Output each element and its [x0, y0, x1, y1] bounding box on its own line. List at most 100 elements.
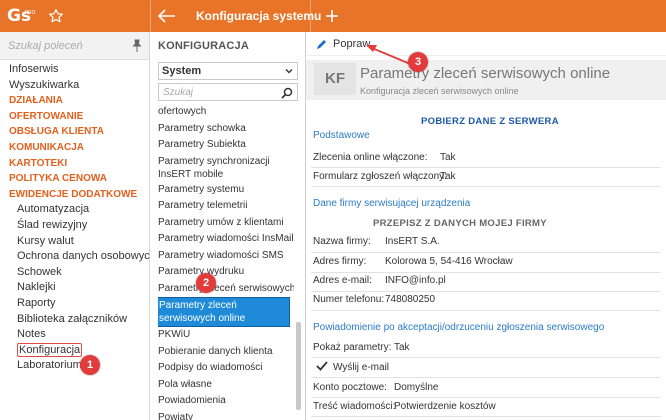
row-divider	[311, 272, 661, 273]
sidebar-item[interactable]: Biblioteka załączników	[0, 312, 149, 328]
sidebar-item-label: EWIDENCJE DODATKOWE	[9, 188, 138, 200]
config-list: ofertowych Parametry schowka Parametry Sub…	[158, 104, 294, 420]
row-divider	[311, 291, 661, 292]
sidebar-item[interactable]: Schowek	[0, 265, 149, 281]
row-divider	[311, 167, 661, 168]
config-list-item[interactable]: Pobieranie danych klienta	[158, 344, 294, 361]
config-list-item[interactable]: Parametry umów z klientami	[158, 215, 294, 232]
config-list-item[interactable]: Powiaty	[158, 410, 294, 420]
sidebar-item-label: Laboratorium	[17, 359, 82, 372]
config-list-item[interactable]: Parametry zleceń serwisowych	[158, 281, 294, 298]
copy-company-data-button[interactable]: PRZEPISZ Z DANYCH MOJEJ FIRMY	[373, 218, 547, 229]
sidebar-item[interactable]: Raporty	[0, 296, 149, 312]
sidebar-item[interactable]: EWIDENCJE DODATKOWE	[0, 187, 149, 203]
sidebar-item[interactable]: KARTOTEKI	[0, 156, 149, 172]
value-company-address: Kolorowa 5, 54-416 Wrocław	[385, 256, 513, 267]
row-divider	[311, 310, 661, 311]
config-group-select[interactable]: System	[158, 62, 298, 80]
sidebar-item[interactable]: DZIAŁANIA	[0, 93, 149, 109]
sidebar-item[interactable]: Kursy walut	[0, 234, 149, 250]
sidebar-item[interactable]: Ślad rewizyjny	[0, 218, 149, 234]
edit-button-label: Popraw	[333, 38, 371, 50]
callout-1: 1	[80, 355, 100, 375]
label-company-name: Nazwa firmy:	[313, 236, 371, 247]
sidebar-item[interactable]: OBSŁUGA KLIENTA	[0, 124, 149, 140]
config-list-item[interactable]: Parametry wydruku	[158, 264, 294, 281]
app-logo[interactable]: Gs PRO	[7, 6, 36, 26]
config-list-item[interactable]: Parametry wiadomości InsMail	[158, 231, 294, 248]
sidebar: Infoserwis Wyszukiwarka DZIAŁANIA OFERTOWAN…	[0, 32, 156, 420]
edit-button[interactable]: Popraw	[316, 36, 370, 52]
config-list-item[interactable]: Parametry synchronizacji InsERT mobile	[158, 154, 294, 182]
config-panel: KONFIGURACJA System ofertowychParametry …	[150, 32, 306, 420]
arrow-left-icon	[158, 9, 175, 23]
search-icon[interactable]	[281, 87, 293, 99]
config-list-item[interactable]: Parametry Subiekta	[158, 137, 294, 154]
sidebar-item[interactable]: Laboratorium	[0, 358, 149, 374]
row-divider	[311, 357, 661, 358]
config-search-input[interactable]	[163, 86, 273, 99]
config-list-item[interactable]: Parametry telemetrii	[158, 198, 294, 215]
sidebar-item[interactable]: Ochrona danych osobowych	[0, 249, 156, 265]
label-email: Adres e-mail:	[313, 275, 372, 286]
command-search-input[interactable]	[8, 38, 126, 54]
sidebar-item[interactable]: POLITYKA CENOWA	[0, 171, 149, 187]
content-toolbar: Popraw	[306, 32, 666, 56]
row-divider	[311, 377, 661, 378]
sidebar-item[interactable]: Infoserwis	[0, 62, 149, 78]
config-list-item[interactable]: ofertowych	[158, 104, 294, 121]
config-list-item[interactable]: PKWiU	[158, 327, 294, 344]
top-separator	[310, 0, 311, 32]
sidebar-item-label: Automatyzacja	[17, 203, 90, 216]
pin-icon[interactable]	[131, 39, 143, 53]
config-list-item[interactable]: Parametry zleceń serwisowych online	[158, 297, 290, 327]
logo-sup: PRO	[25, 10, 36, 16]
value-online-orders: Tak	[440, 152, 456, 163]
sidebar-item-label: Notes	[17, 328, 46, 341]
sidebar-item-label: KARTOTEKI	[9, 157, 68, 169]
sidebar-item-label: Schowek	[17, 265, 62, 278]
config-search	[158, 83, 298, 101]
sidebar-search	[0, 32, 149, 60]
sidebar-item[interactable]: Konfiguracja	[0, 342, 149, 359]
checkmark-icon[interactable]	[316, 361, 328, 371]
config-list-item[interactable]: Podpisy do wiadomości	[158, 360, 294, 377]
page-subtitle: Konfiguracja zleceń serwisowych online	[360, 86, 519, 96]
sidebar-item-label: Raporty	[17, 296, 56, 309]
sidebar-item[interactable]: Notes	[0, 327, 149, 343]
sidebar-item-label: Ślad rewizyjny	[17, 218, 88, 231]
pencil-icon	[317, 40, 326, 49]
page-title: Parametry zleceń serwisowych online	[360, 65, 611, 82]
top-bar: Gs PRO Konfiguracja systemu	[0, 0, 666, 32]
scrollbar-thumb[interactable]	[296, 322, 301, 410]
new-tab-button[interactable]	[322, 6, 342, 26]
label-online-orders: Zlecenia online włączone:	[313, 152, 428, 163]
back-button[interactable]	[156, 6, 178, 26]
sidebar-item[interactable]: Naklejki	[0, 280, 149, 296]
config-list-item[interactable]: Parametry schowka	[158, 121, 294, 138]
config-list-item[interactable]: Pola własne	[158, 377, 294, 394]
label-message-body: Treść wiadomości:	[313, 401, 396, 412]
value-company-name: InsERT S.A.	[385, 236, 440, 247]
favorites-button[interactable]	[46, 6, 66, 26]
section-company: Dane firmy serwisującej urządzenia	[313, 198, 471, 209]
sidebar-list: Infoserwis Wyszukiwarka DZIAŁANIA OFERTOWAN…	[0, 62, 156, 374]
value-message-body: Potwierdzenie kosztów	[394, 401, 496, 412]
config-list-item[interactable]: Parametry systemu	[158, 182, 294, 199]
content-area: Popraw KF Parametry zleceń serwisowych o…	[306, 32, 666, 420]
window-title: Konfiguracja systemu	[196, 9, 322, 23]
config-list-item[interactable]: Parametry wiadomości SMS	[158, 248, 294, 265]
row-divider	[311, 397, 661, 398]
fetch-from-server-button[interactable]: POBIERZ DANE Z SERWERA	[421, 116, 559, 127]
sidebar-item-label: Infoserwis	[9, 63, 59, 75]
sidebar-item-label: Naklejki	[17, 281, 56, 294]
sidebar-item[interactable]: Wyszukiwarka	[0, 78, 149, 94]
row-divider	[311, 416, 661, 417]
config-list-item[interactable]: Powiadomienia	[158, 393, 294, 410]
sidebar-item[interactable]: KOMUNIKACJA	[0, 140, 149, 156]
label-form-enabled: Formularz zgłoszeń włączony:	[313, 171, 447, 182]
sidebar-item[interactable]: OFERTOWANIE	[0, 109, 149, 125]
value-form-enabled: Tak	[440, 171, 456, 182]
sidebar-item[interactable]: Automatyzacja	[0, 202, 149, 218]
row-divider	[311, 252, 661, 253]
